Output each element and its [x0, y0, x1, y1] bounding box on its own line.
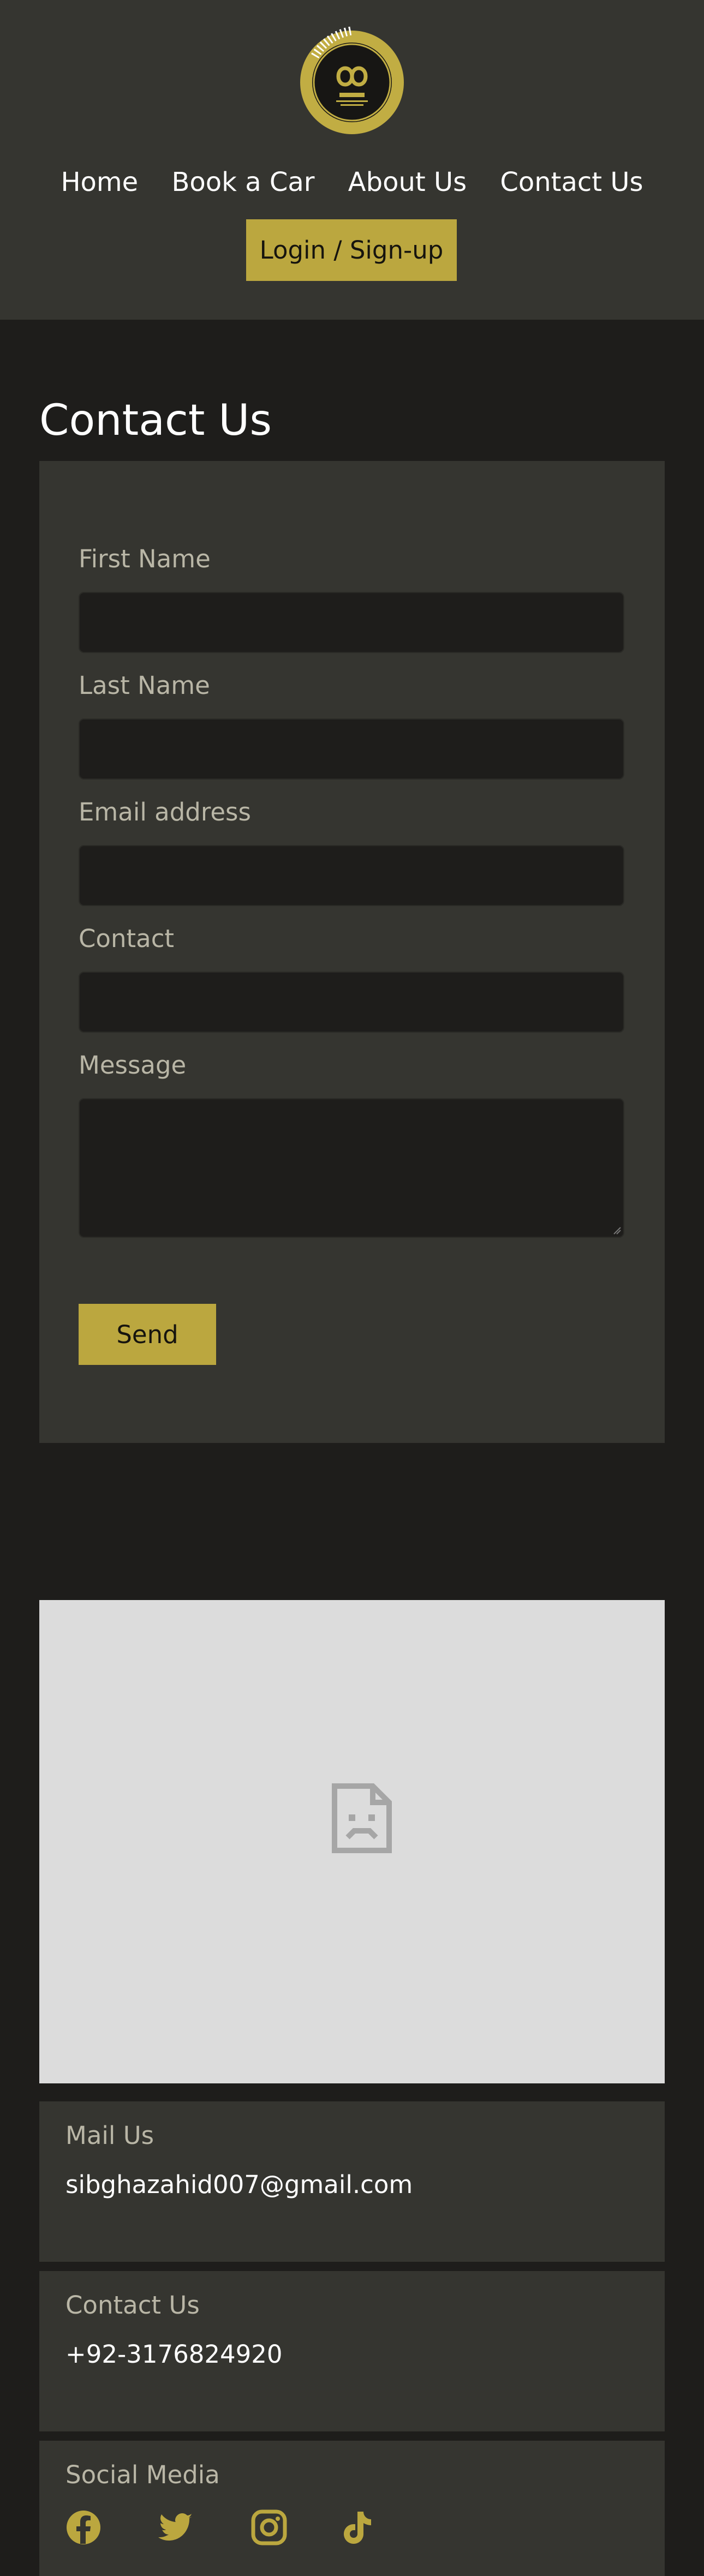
email-label: Email address [79, 798, 251, 826]
last-name-field[interactable] [79, 718, 624, 780]
phone-card: Contact Us +92-3176824920 [39, 2271, 665, 2431]
instagram-icon[interactable] [251, 2509, 287, 2545]
send-button[interactable]: Send [79, 1304, 216, 1365]
first-name-field[interactable] [79, 592, 624, 653]
phone-value[interactable]: +92-3176824920 [65, 2340, 283, 2369]
nav-book-a-car[interactable]: Book a Car [171, 167, 314, 197]
page-title: Contact Us [39, 396, 272, 445]
mail-value[interactable]: sibghazahid007@gmail.com [65, 2170, 413, 2199]
first-name-label: First Name [79, 544, 211, 573]
email-field[interactable] [79, 845, 624, 906]
site-header: Home Book a Car About Us Contact Us Logi… [0, 0, 704, 320]
login-signup-button[interactable]: Login / Sign-up [246, 219, 457, 281]
contact-field[interactable] [79, 972, 624, 1033]
social-card: Social Media [39, 2441, 665, 2576]
map-embed-placeholder [39, 1600, 665, 2083]
mail-card: Mail Us sibghazahid007@gmail.com [39, 2101, 665, 2262]
nav-contact-us[interactable]: Contact Us [500, 167, 643, 197]
nav-home[interactable]: Home [61, 167, 138, 197]
message-label: Message [79, 1051, 187, 1080]
nav-about-us[interactable]: About Us [348, 167, 467, 197]
logo[interactable] [296, 26, 408, 139]
main-nav: Home Book a Car About Us Contact Us [0, 167, 704, 197]
resize-grip-icon[interactable] [613, 1227, 621, 1235]
mail-title: Mail Us [65, 2121, 154, 2150]
social-title: Social Media [65, 2460, 220, 2489]
message-field[interactable] [79, 1098, 624, 1238]
tiktok-icon[interactable] [338, 2509, 374, 2545]
contact-label: Contact [79, 924, 175, 953]
phone-title: Contact Us [65, 2291, 200, 2320]
broken-page-icon [332, 1783, 392, 1853]
last-name-label: Last Name [79, 671, 210, 700]
twitter-icon[interactable] [158, 2509, 194, 2545]
facebook-icon[interactable] [65, 2509, 102, 2545]
